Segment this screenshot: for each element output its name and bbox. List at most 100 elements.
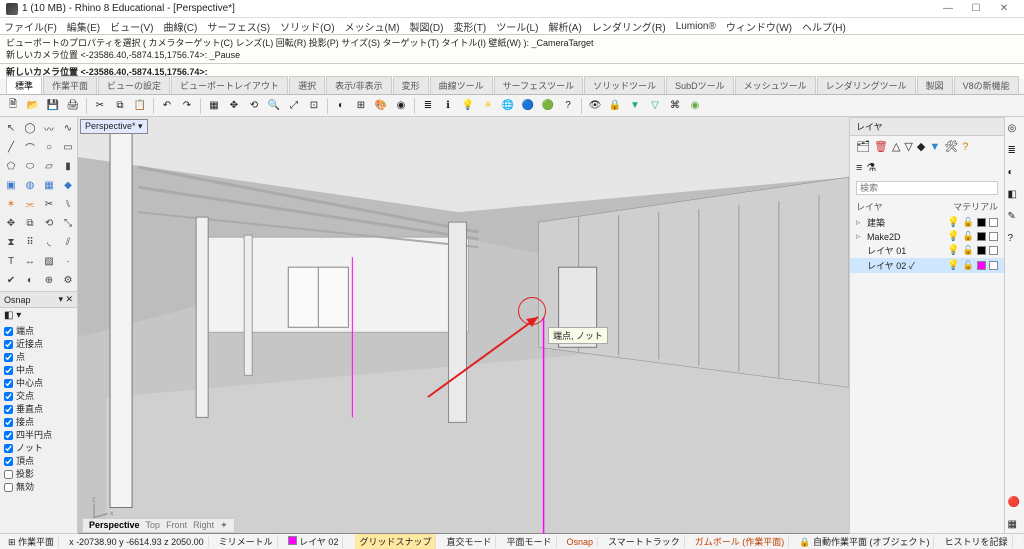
status-osnap[interactable]: Osnap: [563, 537, 599, 547]
open-icon[interactable]: 📂: [24, 97, 42, 115]
move-icon[interactable]: ✥: [2, 214, 20, 232]
group-icon[interactable]: ▦: [205, 97, 223, 115]
menu-curve[interactable]: 曲線(C): [163, 19, 197, 34]
bulb-icon[interactable]: 💡: [947, 217, 959, 228]
surf-icon[interactable]: ▱: [40, 157, 58, 175]
material-panel-icon[interactable]: 🔴: [1008, 497, 1022, 511]
status-autocp[interactable]: 🔒 自動作業平面 (オブジェクト): [795, 535, 934, 548]
osnap-check[interactable]: [4, 392, 13, 401]
light-icon[interactable]: 💡: [459, 97, 477, 115]
menu-view[interactable]: ビュー(V): [110, 19, 153, 34]
osnap-check[interactable]: [4, 457, 13, 466]
osnap-opt-icon[interactable]: ◧ ▾: [4, 310, 21, 321]
vptab-right[interactable]: Right: [193, 520, 214, 531]
display-panel-icon[interactable]: ◐: [1008, 167, 1022, 181]
array-icon[interactable]: ⠿: [21, 233, 39, 251]
mesh-icon[interactable]: ▦: [40, 176, 58, 194]
join-icon[interactable]: ⫘: [21, 195, 39, 213]
script-icon[interactable]: ⌘: [666, 97, 684, 115]
tab-solidtools[interactable]: ソリッドツール: [584, 76, 665, 94]
hide-icon[interactable]: 👁: [586, 97, 604, 115]
layer-swatch[interactable]: [977, 261, 986, 270]
cyl-icon[interactable]: ◍: [21, 176, 39, 194]
raytrace-icon[interactable]: ◉: [392, 97, 410, 115]
osnap-check[interactable]: [4, 366, 13, 375]
pointer-icon[interactable]: ↖: [2, 119, 20, 137]
tab-visibility[interactable]: 表示/非表示: [326, 76, 392, 94]
status-unit[interactable]: ミリメートル: [215, 535, 278, 548]
polygon-icon[interactable]: ⬠: [2, 157, 20, 175]
osnap-item-12[interactable]: 無効: [4, 481, 73, 494]
status-gridsnap[interactable]: グリッドスナップ: [355, 534, 436, 549]
menu-render[interactable]: レンダリング(R): [592, 19, 666, 34]
render-icon[interactable]: 🎨: [372, 97, 390, 115]
menu-edit[interactable]: 編集(E): [67, 19, 100, 34]
tab-select[interactable]: 選択: [289, 76, 325, 94]
menu-tools[interactable]: ツール(L): [496, 19, 538, 34]
trim-icon[interactable]: ✂: [40, 195, 58, 213]
rotate-icon[interactable]: ⟲: [245, 97, 263, 115]
wire-icon[interactable]: ⊞: [352, 97, 370, 115]
osnap-check[interactable]: [4, 405, 13, 414]
help-panel-icon[interactable]: ?: [1008, 233, 1022, 247]
layer-row-0[interactable]: ▹建築💡🔓: [850, 215, 1004, 230]
rect-icon[interactable]: ▭: [59, 138, 77, 156]
osnap-check[interactable]: [4, 483, 13, 492]
material-swatch[interactable]: [989, 218, 998, 227]
layer-down-icon[interactable]: ▽: [904, 140, 912, 153]
rotate-tool-icon[interactable]: ⟲: [40, 214, 58, 232]
list-icon[interactable]: ≡: [856, 162, 862, 174]
layer-del-icon[interactable]: 🗑: [874, 140, 888, 153]
layer-help-icon[interactable]: ?: [962, 141, 968, 153]
osnap-item-8[interactable]: 四半円点: [4, 429, 73, 442]
print-icon[interactable]: 🖨: [64, 97, 82, 115]
status-gumball[interactable]: ガムボール (作業平面): [691, 535, 790, 548]
layer-swatch[interactable]: [977, 218, 986, 227]
explode-icon[interactable]: ✶: [2, 195, 20, 213]
window-maximize[interactable]: ☐: [962, 3, 990, 14]
tab-drafting[interactable]: 製図: [917, 76, 953, 94]
expander-icon[interactable]: ▹: [856, 231, 864, 242]
osnap-check[interactable]: [4, 470, 13, 479]
line-icon[interactable]: ╱: [2, 138, 20, 156]
options-icon[interactable]: ⚙: [59, 271, 77, 289]
menu-drafting[interactable]: 製図(D): [410, 19, 444, 34]
tab-viewset[interactable]: ビューの設定: [98, 76, 170, 94]
osnap-item-4[interactable]: 中心点: [4, 377, 73, 390]
osnap-check[interactable]: [4, 379, 13, 388]
redo-icon[interactable]: ↷: [178, 97, 196, 115]
env-panel-icon[interactable]: ▦: [1008, 519, 1022, 533]
layers-panel-header[interactable]: レイヤ: [850, 117, 1004, 136]
color2-icon[interactable]: 🟢: [539, 97, 557, 115]
vptab-add[interactable]: ✦: [220, 520, 228, 531]
osnap-item-9[interactable]: ノット: [4, 442, 73, 455]
tab-meshtools[interactable]: メッシュツール: [735, 76, 816, 94]
new-icon[interactable]: 🗎: [4, 97, 22, 115]
vptab-perspective[interactable]: Perspective: [89, 520, 140, 531]
tab-vplayout[interactable]: ビューポートレイアウト: [171, 76, 288, 94]
subd-icon[interactable]: ◆: [59, 176, 77, 194]
status-smart[interactable]: スマートトラック: [604, 535, 685, 548]
pt-icon[interactable]: ·: [59, 252, 77, 270]
osnap-check[interactable]: [4, 444, 13, 453]
material-swatch[interactable]: [989, 246, 998, 255]
scale-icon[interactable]: ⤡: [59, 214, 77, 232]
arc-icon[interactable]: ⌒: [21, 138, 39, 156]
lock-icon[interactable]: 🔓: [963, 260, 974, 271]
help-icon[interactable]: ?: [559, 97, 577, 115]
menu-help[interactable]: ヘルプ(H): [802, 19, 846, 34]
osnap-item-6[interactable]: 垂直点: [4, 403, 73, 416]
paste-icon[interactable]: 📋: [131, 97, 149, 115]
prop-icon[interactable]: ℹ: [439, 97, 457, 115]
cut-icon[interactable]: ✂: [91, 97, 109, 115]
tab-surftools[interactable]: サーフェスツール: [494, 76, 583, 94]
osnap-item-3[interactable]: 中点: [4, 364, 73, 377]
lock-icon[interactable]: 🔓: [963, 245, 974, 256]
tab-cplane[interactable]: 作業平面: [43, 76, 97, 94]
split-icon[interactable]: ⑊: [59, 195, 77, 213]
osnap-item-10[interactable]: 頂点: [4, 455, 73, 468]
vptab-front[interactable]: Front: [166, 520, 187, 531]
render2-icon[interactable]: ◐: [21, 271, 39, 289]
copy-tool-icon[interactable]: ⧉: [21, 214, 39, 232]
text-icon[interactable]: T: [2, 252, 20, 270]
